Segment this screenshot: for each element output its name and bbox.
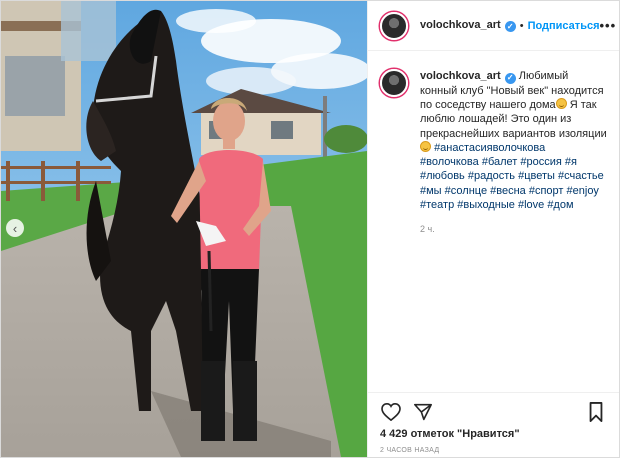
smiling-face-emoji-icon [420, 140, 431, 152]
separator-dot: • [519, 19, 524, 32]
hashtag-link[interactable]: #счастье [558, 170, 604, 182]
post-actions [368, 392, 619, 430]
verified-check-icon: ✓ [504, 21, 516, 32]
hashtag-link[interactable]: #дом [547, 199, 573, 211]
hashtag-link[interactable]: #балет [482, 156, 518, 168]
follow-button[interactable]: Подписаться [528, 20, 600, 32]
hashtag-link[interactable]: #весна [490, 185, 526, 197]
caption-block: volochkova_art ✓ Любимый конный клуб "Нов… [368, 51, 619, 237]
hashtag-link[interactable]: #любовь [420, 170, 465, 182]
avatar[interactable] [380, 11, 408, 40]
hashtag-link[interactable]: #я [565, 156, 577, 168]
hashtag-link[interactable]: #love [518, 199, 544, 211]
verified-check-icon: ✓ [504, 72, 516, 84]
paper-plane-icon[interactable] [412, 401, 434, 423]
caption-username-link[interactable]: volochkova_art ✓ [420, 70, 516, 84]
post-sidebar: volochkova_art ✓ • Подписаться ••• voloch… [367, 1, 619, 457]
post-header: volochkova_art ✓ • Подписаться ••• [368, 1, 619, 51]
bookmark-icon[interactable] [585, 401, 607, 423]
hashtags: #анастасияволочкова #волочкова #балет #р… [420, 142, 604, 211]
hashtag-link[interactable]: #россия [520, 156, 561, 168]
hashtag-link[interactable]: #солнце [445, 185, 487, 197]
caption: volochkova_art ✓ Любимый конный клуб "Нов… [420, 69, 607, 237]
hashtag-link[interactable]: #волочкова [420, 156, 479, 168]
post-photo[interactable]: ‹ [1, 1, 367, 457]
likes-count[interactable]: 4 429 отметок "Нравится" [380, 428, 520, 440]
hashtag-link[interactable]: #театр [420, 199, 454, 211]
hashtag-link[interactable]: #радость [468, 170, 515, 182]
hashtag-link[interactable]: #enjoy [567, 185, 599, 197]
hashtag-link[interactable]: #выходные [457, 199, 515, 211]
hashtag-link[interactable]: #спорт [529, 185, 564, 197]
previous-photo-button[interactable]: ‹ [6, 219, 24, 237]
hashtag-link[interactable]: #анастасияволочкова [434, 142, 545, 154]
post-time-long[interactable]: 2 ЧАСОВ НАЗАД [380, 447, 439, 454]
username-link[interactable]: volochkova_art ✓ [420, 19, 516, 32]
post-time-short: 2 ч. [420, 224, 435, 235]
hashtag-link[interactable]: #цветы [518, 170, 555, 182]
photo-woman-with-black-horse [1, 1, 367, 457]
smiling-face-emoji-icon [555, 97, 567, 109]
caption-avatar[interactable] [380, 69, 408, 97]
more-options-icon[interactable]: ••• [600, 18, 617, 33]
heart-icon[interactable] [380, 401, 402, 423]
hashtag-link[interactable]: #мы [420, 185, 442, 197]
instagram-post: ‹ volochkova_art ✓ • Подписаться ••• volo… [0, 0, 620, 458]
